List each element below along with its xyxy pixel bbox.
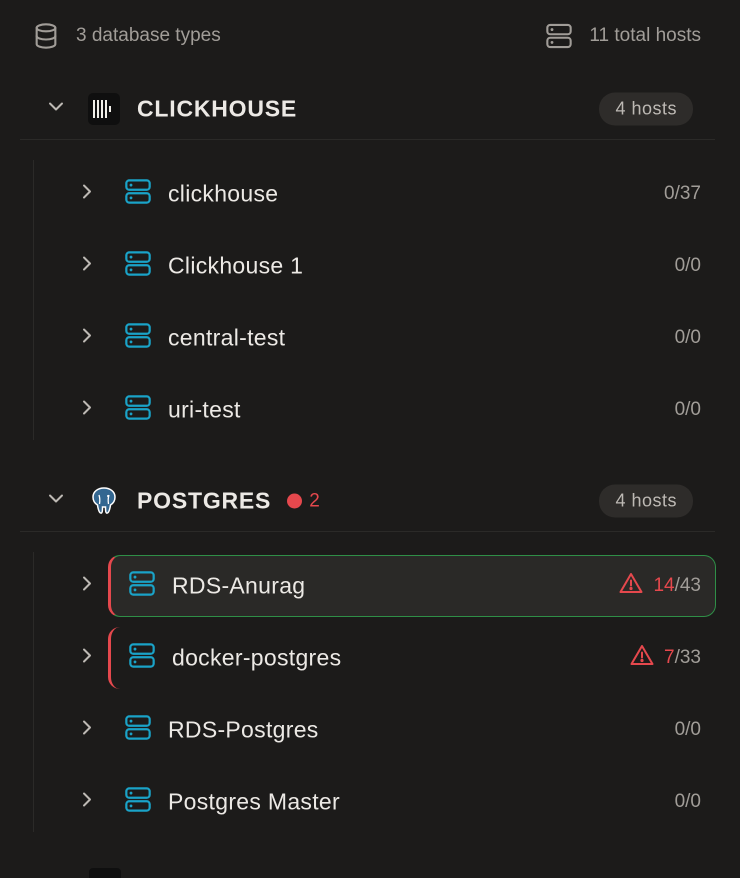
host-row[interactable]: Clickhouse 1 0/0 — [34, 235, 740, 297]
host-count: 14/43 — [619, 572, 701, 600]
host-name: RDS-Anurag — [172, 572, 306, 599]
group-body-postgres: RDS-Anurag 14/43 docker-postgres 7/33 RD… — [33, 552, 740, 832]
host-name: RDS-Postgres — [168, 716, 319, 743]
server-icon — [124, 322, 152, 355]
next-group-logo-icon — [89, 868, 121, 878]
group-title-text: POSTGRES — [137, 487, 272, 514]
chevron-right-icon[interactable] — [77, 254, 97, 279]
postgres-elephant-icon — [88, 485, 120, 517]
host-count-value: 0/0 — [674, 791, 701, 812]
chevron-right-icon[interactable] — [77, 326, 97, 351]
host-row[interactable]: RDS-Postgres 0/0 — [34, 699, 740, 761]
alert-indicator: 2 — [287, 490, 320, 512]
host-name: uri-test — [168, 396, 241, 423]
host-row[interactable]: Postgres Master 0/0 — [34, 771, 740, 833]
host-count: 0/37 — [664, 183, 701, 205]
total-hosts-label: 11 total hosts — [589, 25, 701, 46]
chevron-right-icon[interactable] — [77, 398, 97, 423]
host-row[interactable]: uri-test 0/0 — [34, 379, 740, 441]
host-count-value: 0/37 — [664, 183, 701, 204]
summary-bar: 3 database types 11 total hosts — [32, 18, 701, 54]
chevron-right-icon[interactable] — [77, 790, 97, 815]
host-count-value: 0/0 — [674, 327, 701, 348]
group-title: CLICKHOUSE — [137, 95, 298, 122]
group-body-clickhouse: clickhouse 0/37 Clickhouse 1 0/0 central… — [33, 160, 740, 440]
chevron-down-icon[interactable] — [46, 489, 66, 514]
failing-count: 7 — [664, 647, 675, 668]
chevron-right-icon[interactable] — [77, 646, 97, 671]
alert-dot-icon — [287, 493, 303, 509]
server-icon — [124, 786, 152, 819]
host-name: Clickhouse 1 — [168, 252, 304, 279]
database-icon — [32, 22, 60, 50]
server-icon — [128, 642, 156, 675]
alert-count: 2 — [309, 490, 321, 511]
group-title: POSTGRES 2 — [137, 488, 321, 515]
host-count: 7/33 — [630, 644, 701, 672]
server-icon — [124, 178, 152, 211]
server-icon — [124, 394, 152, 427]
host-count-value: 0/0 — [674, 399, 701, 420]
failing-count: 14 — [653, 575, 675, 596]
db-types-label: 3 database types — [76, 25, 221, 46]
server-icon — [124, 714, 152, 747]
host-count: 0/0 — [675, 791, 701, 813]
host-count: 0/0 — [675, 327, 701, 349]
host-row[interactable]: central-test 0/0 — [34, 307, 740, 369]
warning-triangle-icon — [619, 572, 643, 600]
group-header-postgres[interactable]: POSTGRES 2 4 hosts — [20, 471, 715, 532]
host-row[interactable]: clickhouse 0/37 — [34, 163, 740, 225]
clickhouse-logo-icon — [88, 93, 120, 125]
server-icon — [545, 22, 573, 50]
group-header-clickhouse[interactable]: CLICKHOUSE 4 hosts — [20, 79, 715, 140]
chevron-right-icon[interactable] — [77, 182, 97, 207]
db-types-summary: 3 database types — [32, 22, 221, 50]
total-hosts-summary: 11 total hosts — [545, 22, 701, 50]
server-icon — [124, 250, 152, 283]
host-name: docker-postgres — [172, 644, 342, 671]
host-row-selected[interactable]: RDS-Anurag 14/43 — [34, 555, 740, 617]
host-name: clickhouse — [168, 180, 279, 207]
server-icon — [128, 570, 156, 603]
host-name: central-test — [168, 324, 286, 351]
hosts-count-badge: 4 hosts — [599, 92, 693, 126]
host-name: Postgres Master — [168, 788, 340, 815]
total-count: /43 — [674, 575, 701, 596]
host-row[interactable]: docker-postgres 7/33 — [34, 627, 740, 689]
chevron-down-icon[interactable] — [46, 97, 66, 122]
host-count: 0/0 — [675, 399, 701, 421]
host-count-value: 0/0 — [674, 719, 701, 740]
hosts-count-badge: 4 hosts — [599, 484, 693, 518]
host-count: 0/0 — [675, 255, 701, 277]
warning-triangle-icon — [630, 644, 654, 672]
chevron-right-icon[interactable] — [77, 718, 97, 743]
host-count: 0/0 — [675, 719, 701, 741]
total-count: /33 — [674, 647, 701, 668]
host-count-value: 0/0 — [674, 255, 701, 276]
chevron-right-icon[interactable] — [77, 574, 97, 599]
